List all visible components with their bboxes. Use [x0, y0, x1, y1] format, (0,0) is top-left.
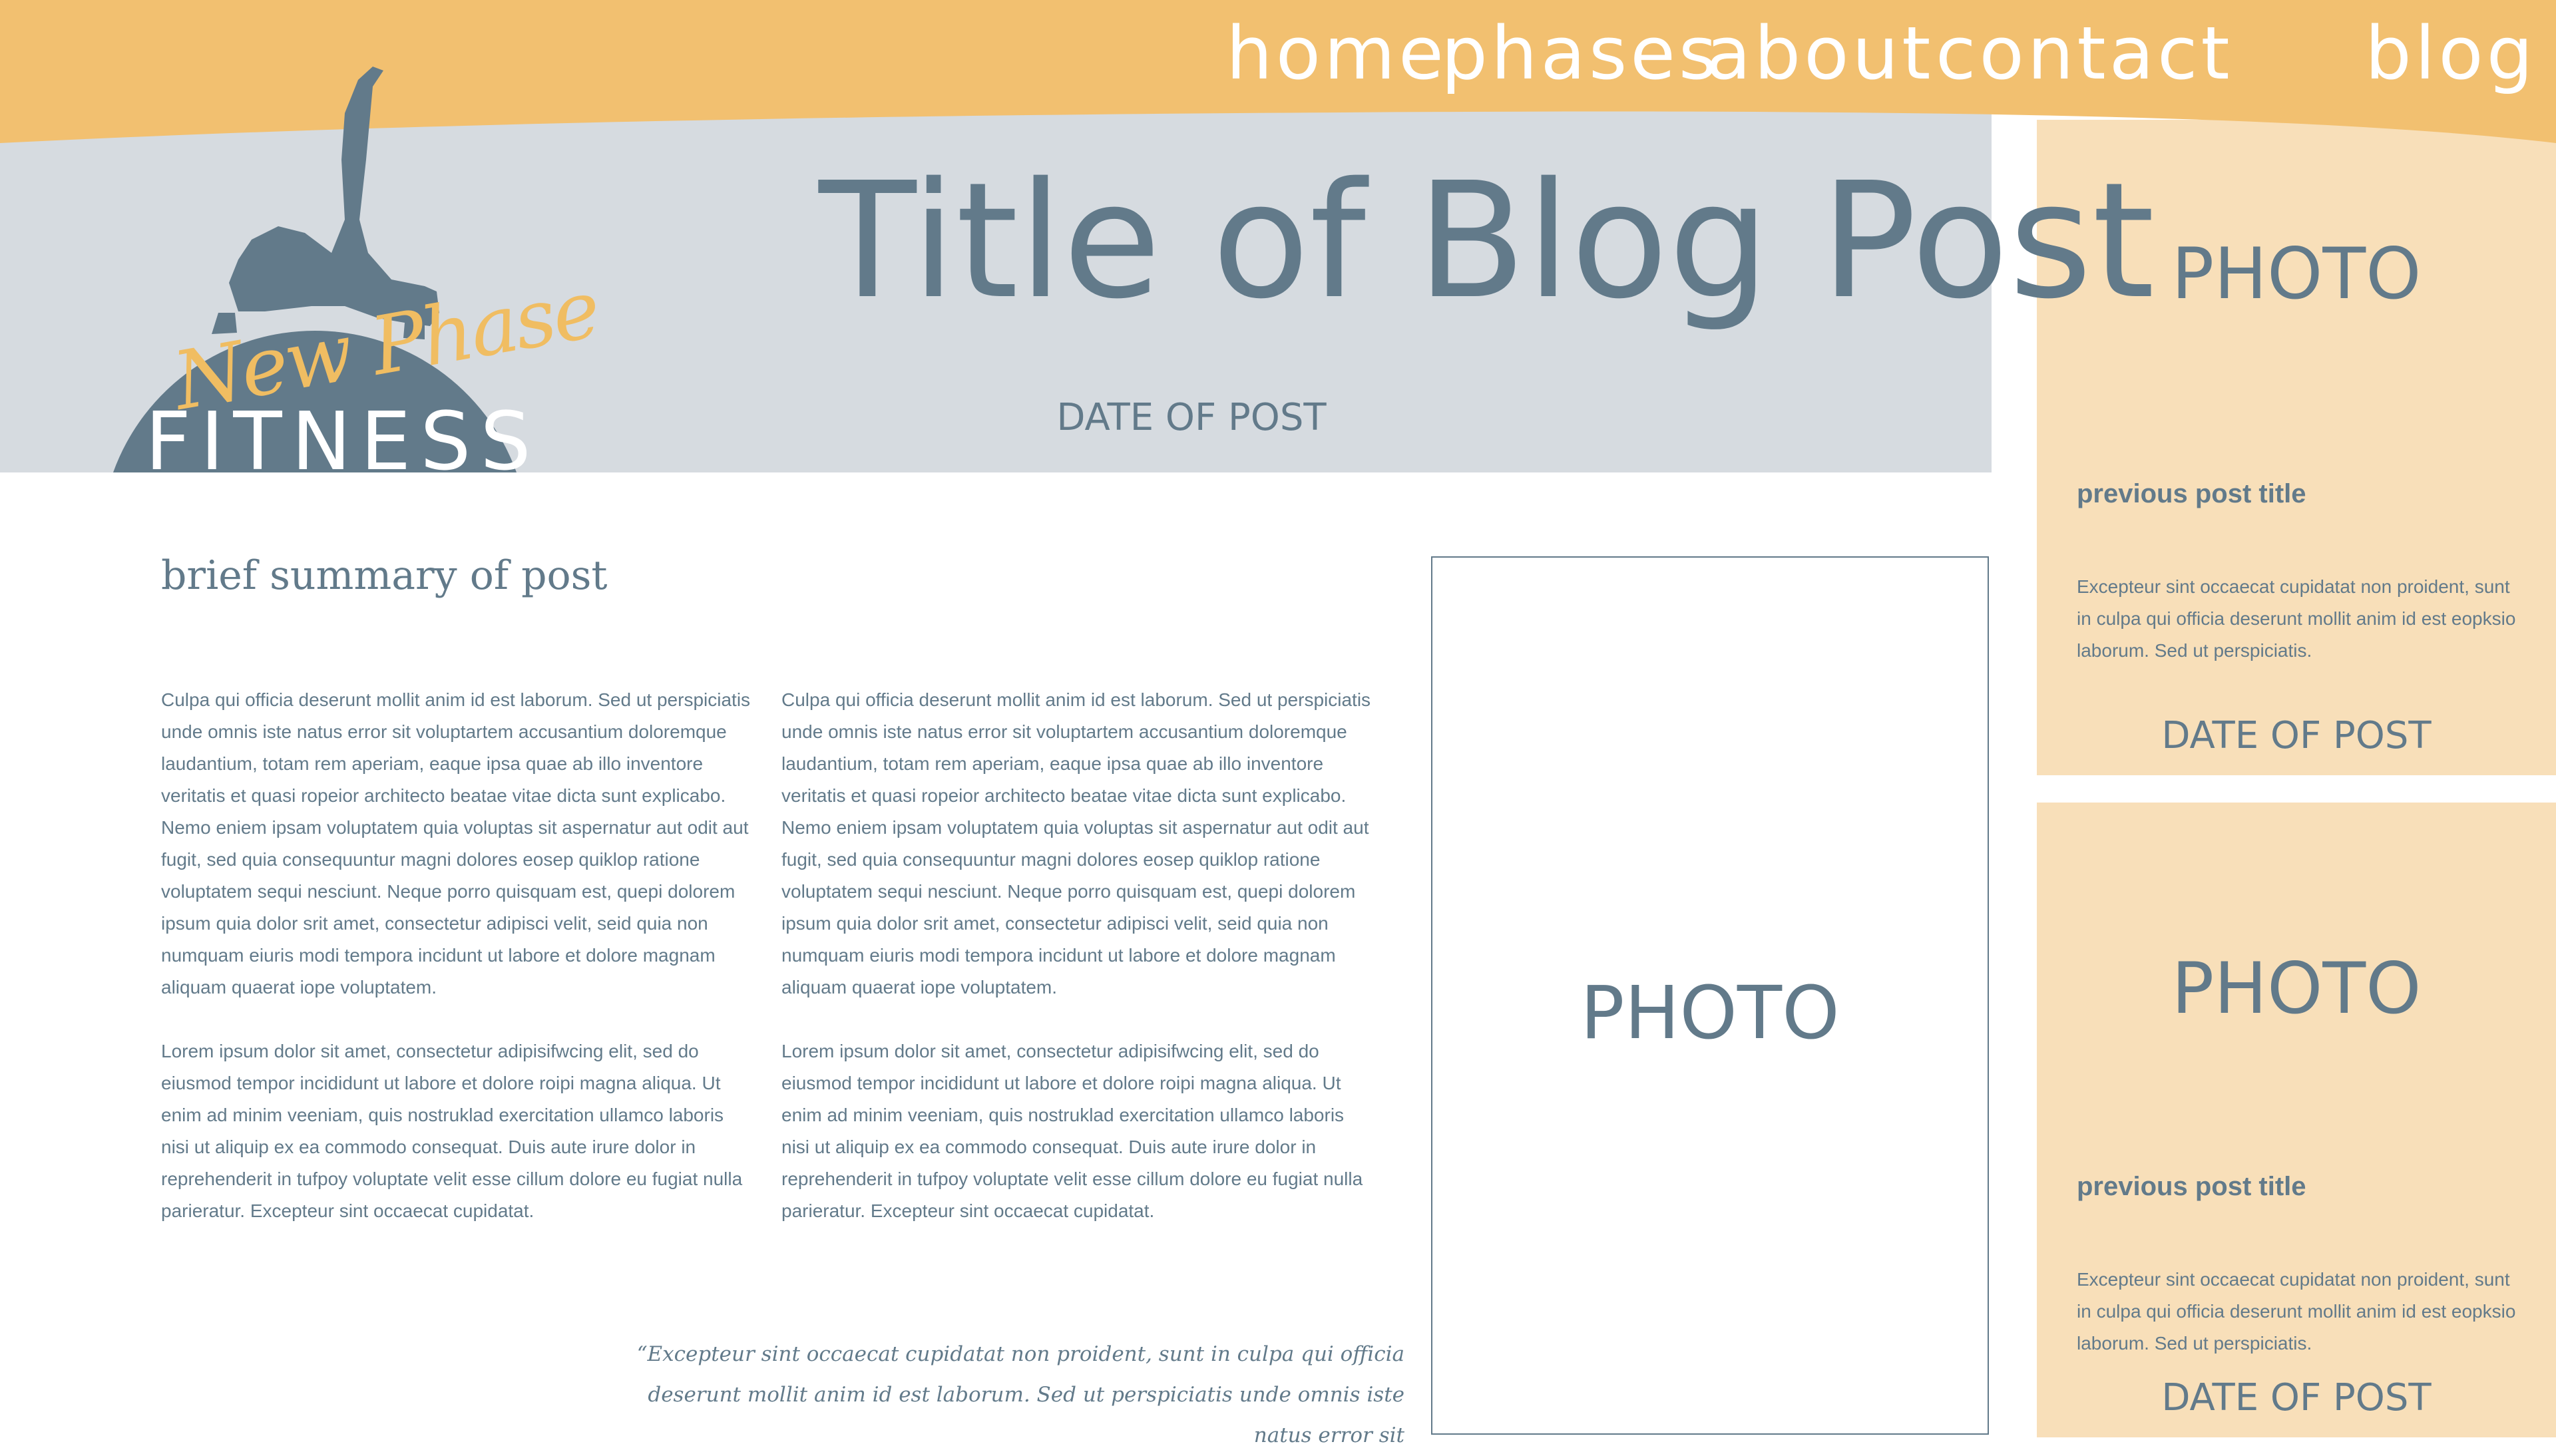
post-summary: brief summary of post: [161, 552, 608, 599]
previous-post-date: DATE OF POST: [2161, 1376, 2432, 1419]
post-title: Title of Blog Post: [819, 148, 2155, 334]
body-paragraph: Culpa qui officia deserunt mollit anim i…: [781, 689, 1371, 998]
body-paragraph: Lorem ipsum dolor sit amet, consectetur …: [161, 1041, 743, 1221]
body-paragraph: Lorem ipsum dolor sit amet, consectetur …: [781, 1041, 1363, 1221]
logo-word-text: FITNESS: [145, 396, 540, 488]
previous-post-card[interactable]: PHOTO previous post title Excepteur sint…: [2037, 803, 2556, 1437]
card-photo-label: PHOTO: [2171, 948, 2422, 1029]
pull-quote: “Excepteur sint occaecat cupidatat non p…: [636, 1342, 1404, 1447]
post-date: DATE OF POST: [1056, 396, 1327, 439]
nav-link-phases[interactable]: phases: [1441, 7, 1720, 100]
previous-post-title[interactable]: previous post title: [2077, 1172, 2306, 1202]
previous-post-title[interactable]: previous post title: [2077, 479, 2306, 509]
nav-link-home[interactable]: home: [1226, 7, 1447, 100]
main-nav: home phases about contact blog: [0, 7, 2556, 100]
previous-post-excerpt: Excepteur sint occaecat cupidatat non pr…: [2077, 1269, 2516, 1354]
brand-logo[interactable]: New Phase FITNESS: [112, 60, 604, 482]
post-column-left: Culpa qui officia deserunt mollit anim i…: [161, 684, 753, 1259]
nav-link-about[interactable]: about: [1706, 7, 1934, 100]
body-paragraph: Culpa qui officia deserunt mollit anim i…: [161, 689, 751, 998]
previous-post-excerpt: Excepteur sint occaecat cupidatat non pr…: [2077, 576, 2516, 661]
previous-post-date: DATE OF POST: [2161, 714, 2432, 757]
post-photo-placeholder: PHOTO: [1431, 556, 1989, 1435]
nav-link-blog[interactable]: blog: [2365, 7, 2537, 100]
photo-label: PHOTO: [1580, 970, 1840, 1055]
post-column-right: Culpa qui officia deserunt mollit anim i…: [781, 684, 1374, 1259]
nav-link-contact[interactable]: contact: [1936, 7, 2233, 100]
